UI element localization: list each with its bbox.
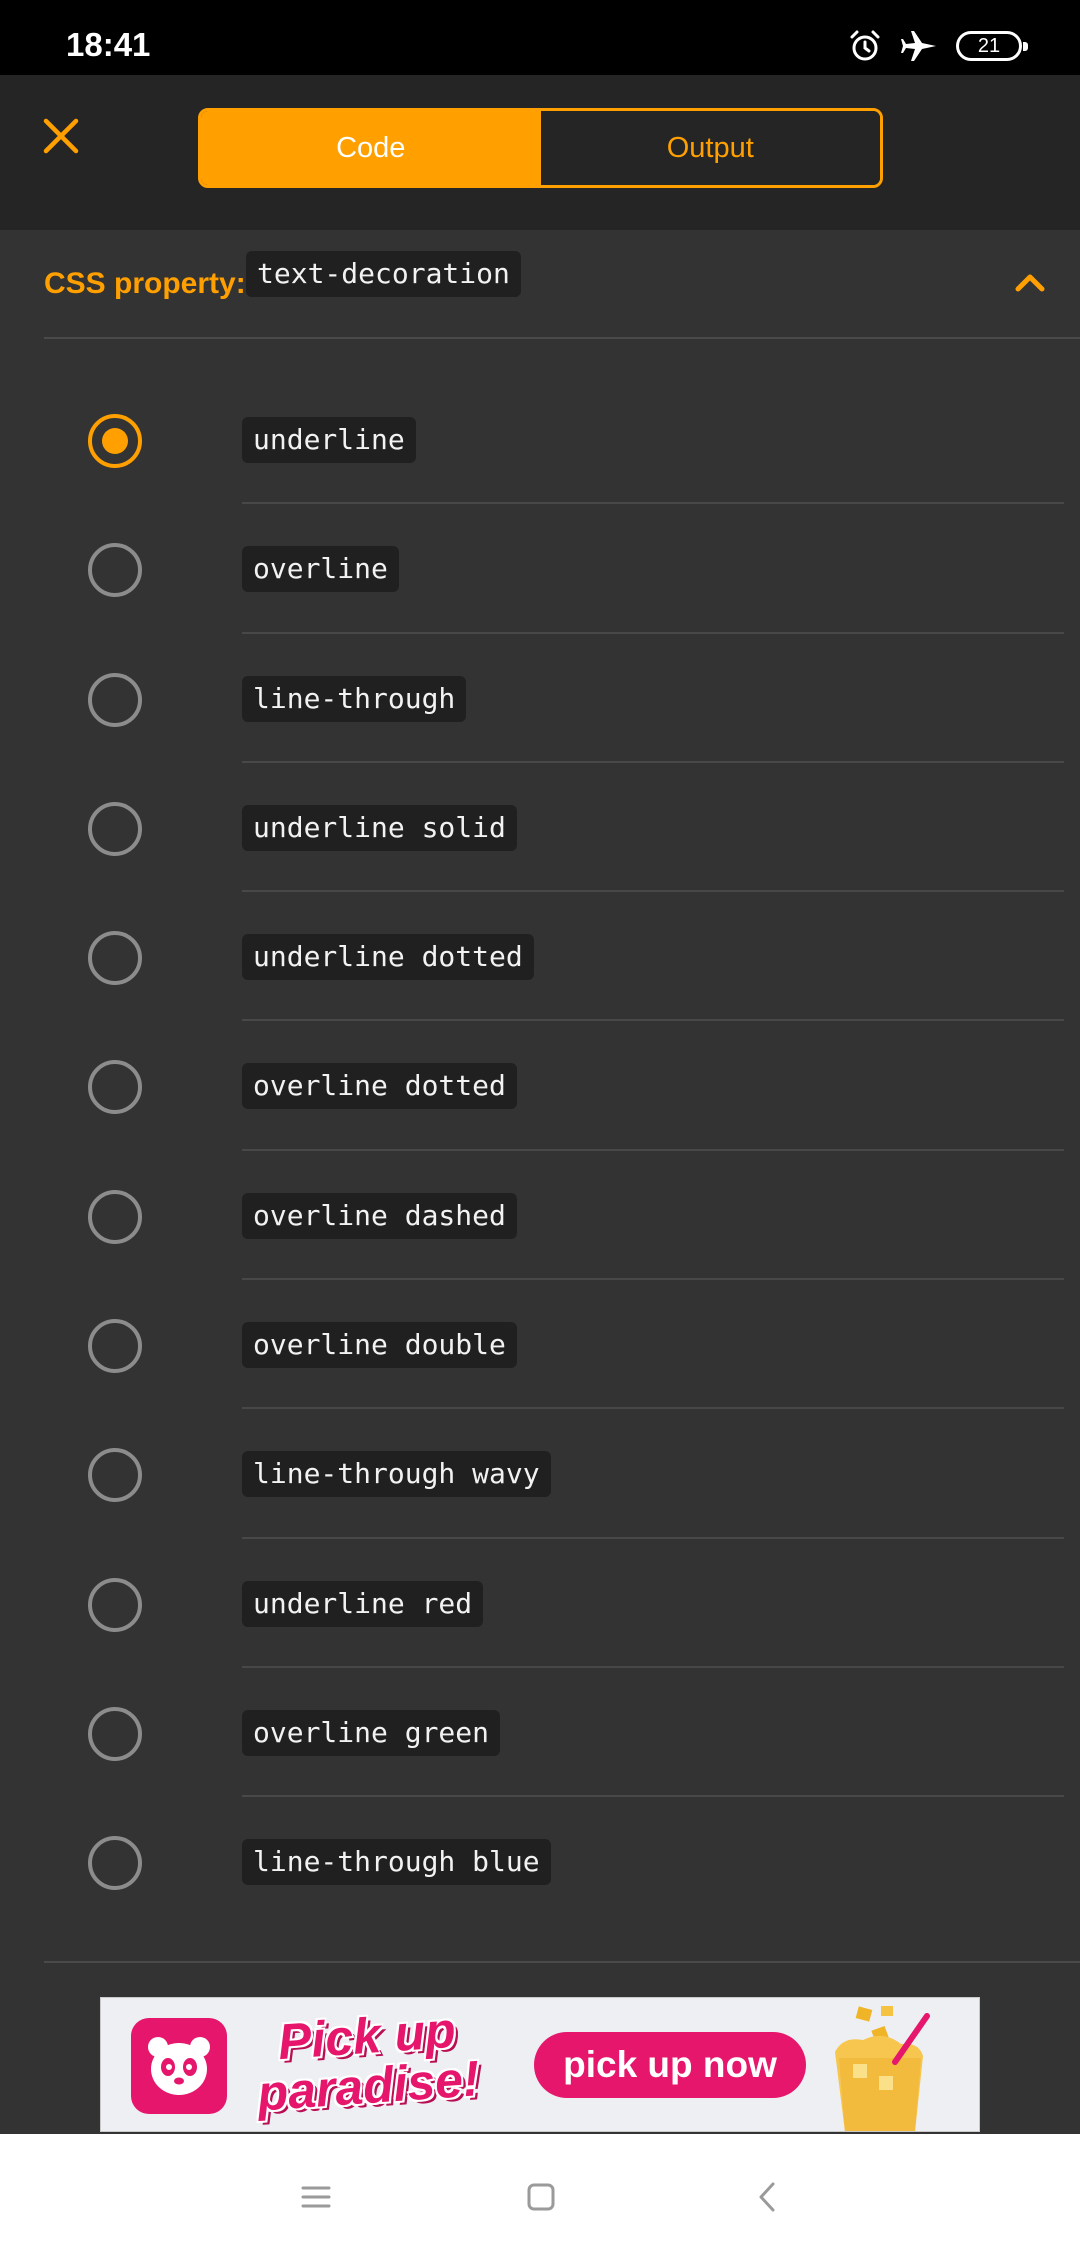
option-overline-dashed[interactable]: overline dashed [0,1151,1080,1281]
ad-headline: Pick up paradise! [252,2001,509,2131]
radio-button[interactable] [88,1836,142,1891]
option-overline-dotted[interactable]: overline dotted [0,1021,1080,1151]
option-line-through-wavy[interactable]: line-through wavy [0,1409,1080,1539]
option-underline-red[interactable]: underline red [0,1539,1080,1668]
close-button[interactable] [36,113,86,163]
status-icons: 21 [848,26,1028,66]
option-underline-solid[interactable]: underline solid [0,763,1080,893]
option-overline[interactable]: overline [0,504,1080,634]
radio-button[interactable] [88,1706,142,1761]
battery-icon: 21 [956,31,1028,61]
menu-button[interactable] [286,2174,346,2224]
radio-button[interactable] [88,801,142,856]
back-icon [757,2181,777,2218]
option-value: line-through wavy [242,1451,551,1498]
option-overline-double[interactable]: overline double [0,1280,1080,1410]
tab-output[interactable]: Output [540,111,880,185]
status-time: 18:41 [66,26,151,63]
option-value: overline dashed [242,1192,517,1239]
panda-logo-icon [131,2018,227,2114]
top-toolbar: Code Output [0,75,1080,230]
option-underline-dotted[interactable]: underline dotted [0,892,1080,1022]
ad-cta-button[interactable]: pick up now [534,2032,806,2098]
option-value: underline solid [242,804,517,851]
status-bar: 18:41 21 [0,0,1080,75]
radio-button[interactable] [88,1448,142,1503]
close-icon [42,117,80,160]
home-square-icon [526,2182,556,2217]
ad-banner[interactable]: Pick up paradise! pick up now [100,1997,980,2132]
back-button[interactable] [737,2174,797,2224]
radio-button[interactable] [88,672,142,727]
radio-button-selected[interactable] [88,414,142,468]
option-value: overline [242,546,399,593]
home-button[interactable] [511,2174,571,2224]
radio-button[interactable] [88,1189,142,1244]
radio-button[interactable] [88,1577,142,1632]
option-value: underline dotted [242,934,534,981]
header-divider [44,337,1080,339]
option-value: line-through [242,675,467,722]
option-line-through-blue[interactable]: line-through blue [0,1797,1080,1926]
collapse-button[interactable] [1000,254,1060,314]
option-value: underline red [242,1580,484,1627]
radio-button[interactable] [88,1319,142,1374]
tab-code[interactable]: Code [201,111,541,185]
radio-button[interactable] [88,931,142,986]
code-output-toggle: Code Output [198,108,883,188]
menu-icon [301,2185,331,2214]
radio-button[interactable] [88,543,142,598]
battery-level: 21 [977,34,1001,57]
airplane-mode-icon [900,29,938,63]
option-value: overline dotted [242,1063,517,1110]
system-nav-bar [0,2134,1080,2264]
option-value: underline [242,417,416,463]
radio-button[interactable] [88,1060,142,1115]
option-value: line-through blue [242,1839,551,1886]
property-header[interactable]: CSS property: text-decoration [0,230,1080,338]
property-label: CSS property: [44,267,246,300]
option-value: overline double [242,1322,517,1369]
option-underline[interactable]: underline [0,375,1080,505]
property-name: text-decoration [246,251,521,297]
chevron-up-icon [1015,272,1045,297]
list-bottom-divider [44,1961,1080,1963]
option-line-through[interactable]: line-through [0,634,1080,763]
alarm-icon [848,29,882,63]
drink-icon [823,2006,943,2131]
option-overline-green[interactable]: overline green [0,1668,1080,1798]
option-value: overline green [242,1709,501,1756]
option-list: underline overline line-through underlin… [0,375,1080,1927]
